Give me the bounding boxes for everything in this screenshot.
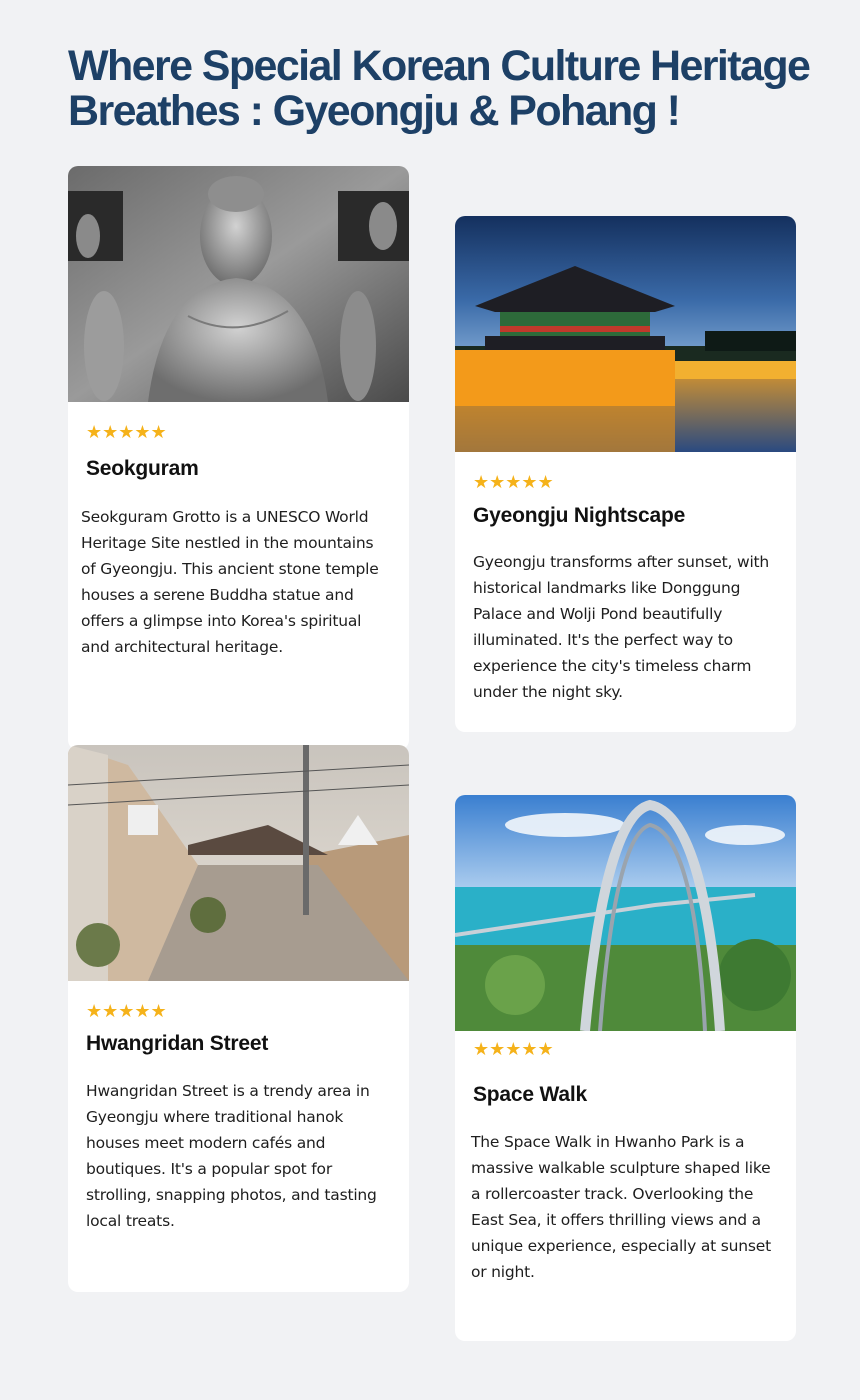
page-title: Where Special Korean Culture Heritage Br…	[68, 44, 848, 134]
star-rating-text: ★★★★★	[86, 422, 167, 442]
rating-stars: ★★★★★	[86, 1002, 167, 1020]
card-title: Gyeongju Nightscape	[473, 504, 686, 527]
seokguram-buddha-photo	[68, 166, 409, 402]
card-gyeongju-nightscape[interactable]: ★★★★★ Gyeongju Nightscape Gyeongju trans…	[455, 216, 796, 732]
card-title: Seokguram	[86, 457, 199, 480]
card-title: Hwangridan Street	[86, 1032, 269, 1055]
page: Where Special Korean Culture Heritage Br…	[0, 0, 860, 1400]
card-description: The Space Walk in Hwanho Park is a massi…	[471, 1133, 771, 1281]
card-seokguram[interactable]: ★★★★★ Seokguram Seokguram Grotto is a UN…	[68, 166, 409, 750]
rating-stars: ★★★★★	[473, 473, 554, 491]
star-rating-text: ★★★★★	[86, 1001, 167, 1021]
card-hwangridan-street[interactable]: ★★★★★ Hwangridan Street Hwangridan Stree…	[68, 745, 409, 1292]
star-rating-text: ★★★★★	[473, 1039, 554, 1059]
hwangridan-street-photo	[68, 745, 409, 981]
space-walk-sculpture-photo	[455, 795, 796, 1031]
card-title: Space Walk	[473, 1083, 587, 1106]
star-rating-text: ★★★★★	[473, 472, 554, 492]
rating-stars: ★★★★★	[473, 1040, 554, 1058]
page-title-line-2: Breathes : Gyeongju & Pohang !	[68, 87, 681, 135]
rating-stars: ★★★★★	[86, 423, 167, 441]
card-description: Hwangridan Street is a trendy area in Gy…	[86, 1082, 377, 1230]
page-title-line-1: Where Special Korean Culture Heritage	[68, 42, 811, 90]
card-description: Seokguram Grotto is a UNESCO World Herit…	[81, 508, 379, 656]
card-description: Gyeongju transforms after sunset, with h…	[473, 553, 770, 701]
gyeongju-night-pavilion-photo	[455, 216, 796, 452]
card-space-walk[interactable]: ★★★★★ Space Walk The Space Walk in Hwanh…	[455, 795, 796, 1341]
